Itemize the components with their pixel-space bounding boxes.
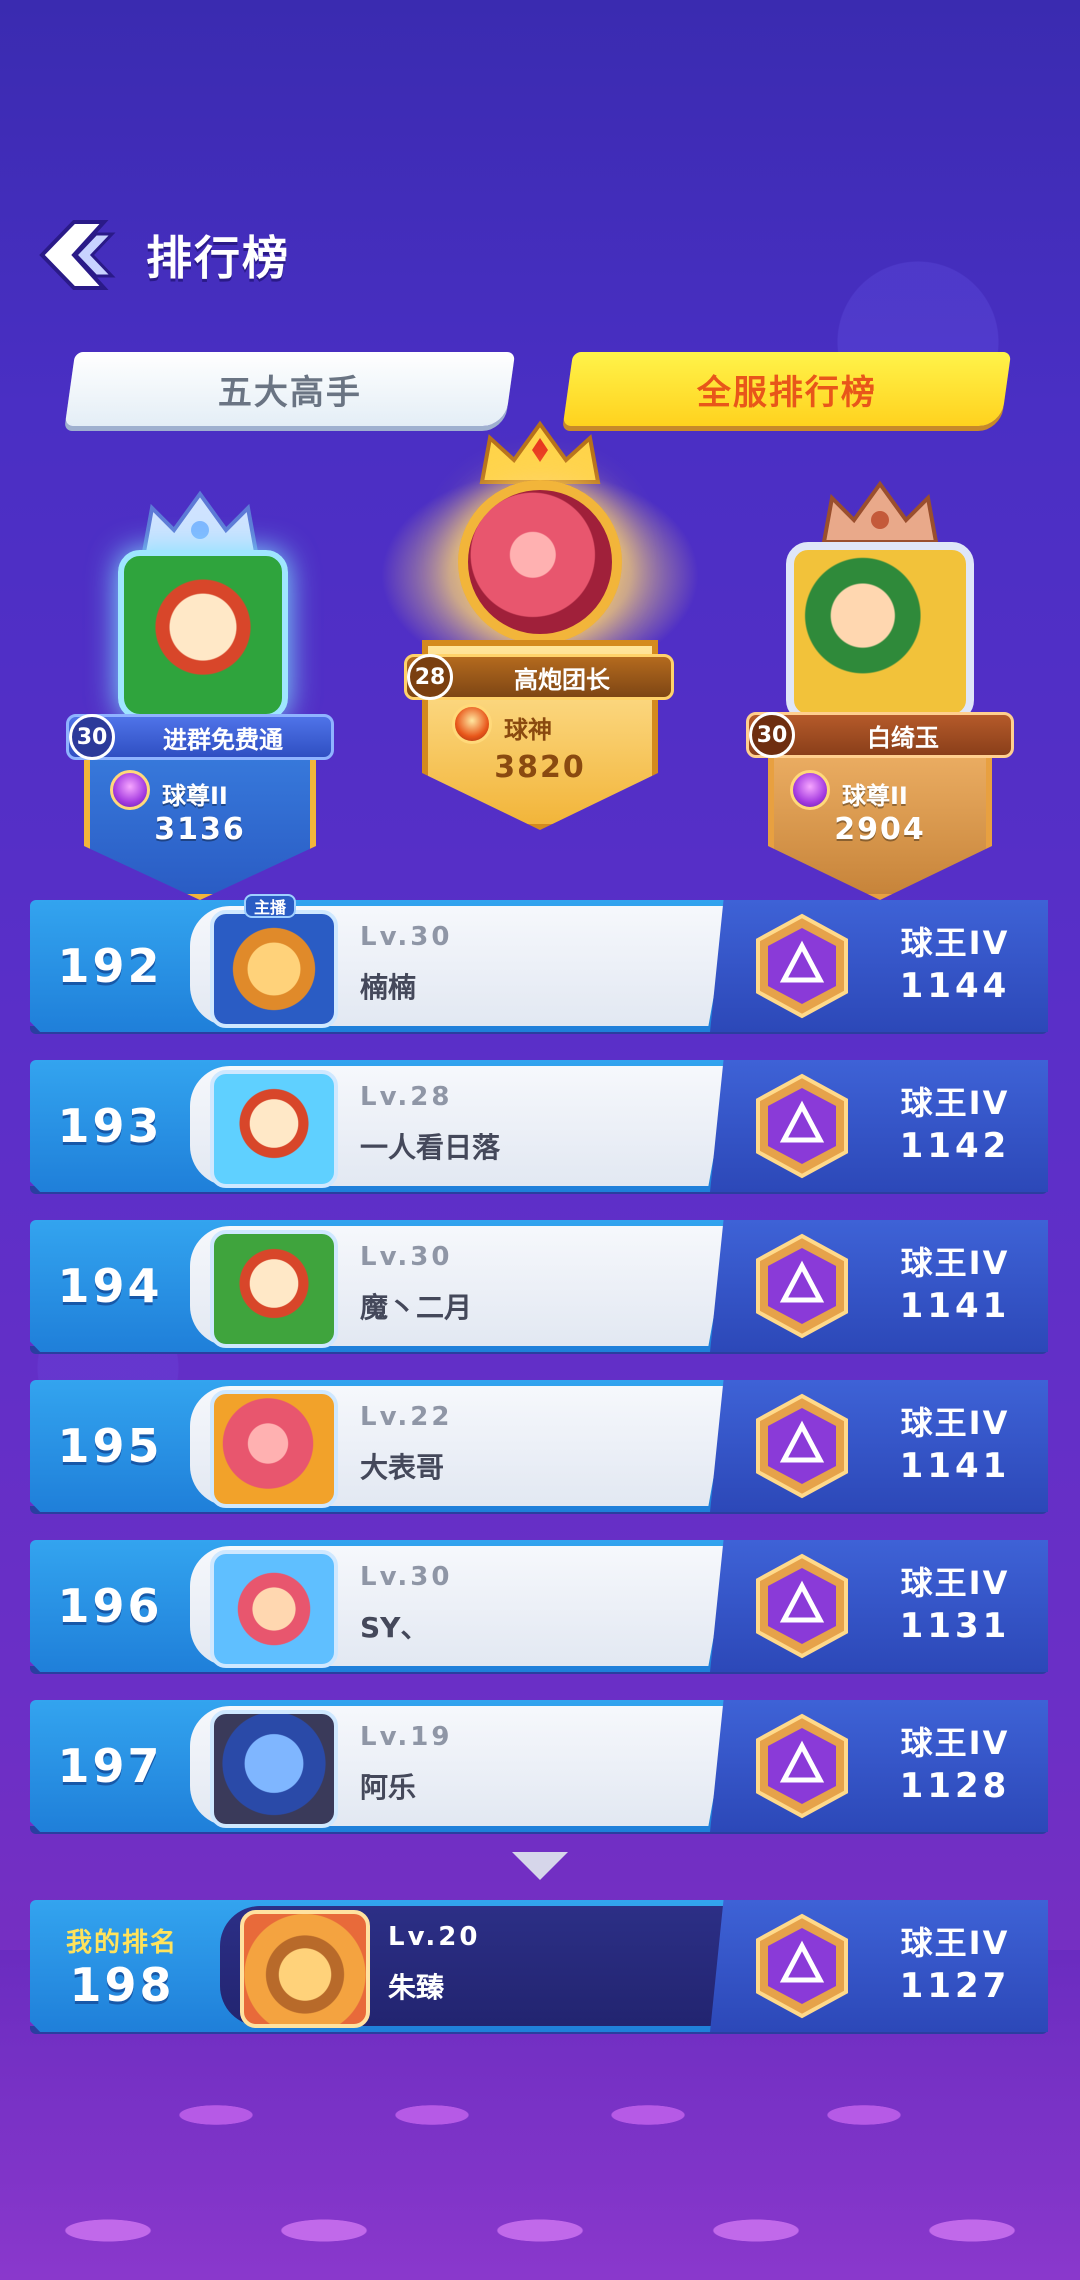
rank-tier-icon bbox=[790, 770, 830, 810]
ranking-row[interactable]: 196 Lv.30 SY、 球王IV 1131 bbox=[30, 1540, 1048, 1674]
player-score: 1128 bbox=[899, 1766, 1011, 1806]
rank-title-second: 球尊II bbox=[162, 782, 228, 810]
rank-title-third: 球尊II bbox=[842, 782, 908, 810]
podium-third[interactable]: 30 白绮玉 球尊II 2904 bbox=[740, 480, 1020, 900]
tab-server-ranking[interactable]: 全服排行榜 bbox=[562, 352, 1012, 426]
player-name: SY、 bbox=[360, 1611, 429, 1644]
rank-tier-icon bbox=[110, 770, 150, 810]
player-tier: 球王IV bbox=[900, 1724, 1010, 1762]
podium-second[interactable]: 30 进群免费通 球尊II 3136 bbox=[66, 480, 334, 900]
podium-first[interactable]: 28 高炮团长 球神 3820 bbox=[380, 420, 700, 830]
tier-badge-icon bbox=[756, 1233, 848, 1339]
ranking-row[interactable]: 193 Lv.28 一人看日落 球王IV 1142 bbox=[30, 1060, 1048, 1194]
ranking-row[interactable]: 197 Lv.19 阿乐 球王IV 1128 bbox=[30, 1700, 1048, 1834]
level-badge-first: 28 bbox=[407, 654, 453, 700]
tier-badge-icon bbox=[756, 1393, 848, 1499]
player-level: Lv.22 bbox=[360, 1402, 453, 1432]
my-level: Lv.20 bbox=[388, 1922, 481, 1952]
header: 排行榜 bbox=[34, 210, 290, 300]
back-button[interactable] bbox=[34, 210, 124, 300]
player-tier: 球王IV bbox=[900, 1244, 1010, 1282]
avatar-first bbox=[458, 480, 622, 644]
score-second: 3136 bbox=[154, 812, 246, 847]
level-badge-third: 30 bbox=[749, 712, 795, 758]
score-first: 3820 bbox=[494, 750, 586, 785]
tier-badge-icon bbox=[756, 1073, 848, 1179]
player-tier: 球王IV bbox=[900, 1404, 1010, 1442]
player-name: 一人看日落 bbox=[360, 1131, 501, 1164]
player-score: 1141 bbox=[899, 1446, 1011, 1486]
tab-top-five-label: 五大高手 bbox=[218, 372, 362, 413]
tab-server-ranking-label: 全服排行榜 bbox=[697, 372, 877, 413]
player-avatar bbox=[210, 1550, 338, 1668]
player-score: 1144 bbox=[899, 966, 1011, 1006]
rank-number: 192 bbox=[57, 939, 163, 993]
tier-badge-icon bbox=[756, 1553, 848, 1659]
page-title: 排行榜 bbox=[146, 231, 290, 285]
player-name-first: 高炮团长 bbox=[514, 665, 610, 694]
rank-number: 195 bbox=[57, 1419, 163, 1473]
my-avatar bbox=[240, 1910, 370, 2028]
ranking-row[interactable]: 194 Lv.30 魔丶二月 球王IV 1141 bbox=[30, 1220, 1048, 1354]
bronze-crown-icon bbox=[821, 480, 939, 544]
player-score: 1141 bbox=[899, 1286, 1011, 1326]
nameplate-first: 28 高炮团长 bbox=[404, 654, 674, 700]
player-avatar bbox=[210, 1710, 338, 1828]
player-name: 阿乐 bbox=[360, 1771, 417, 1804]
ranking-row[interactable]: 192 Lv.30 楠楠 球王IV 1144 主播 bbox=[30, 894, 1048, 1034]
rank-number: 193 bbox=[57, 1099, 163, 1153]
tier-badge-icon bbox=[756, 913, 848, 1019]
tab-top-five[interactable]: 五大高手 bbox=[64, 352, 516, 426]
back-arrow-icon bbox=[39, 220, 116, 290]
player-level: Lv.19 bbox=[360, 1722, 453, 1752]
my-tier: 球王IV bbox=[900, 1924, 1010, 1962]
nameplate-third: 30 白绮玉 bbox=[746, 712, 1014, 758]
my-ranking-row[interactable]: 我的排名 198 Lv.20 朱臻 球王IV 1127 bbox=[30, 1900, 1048, 2034]
player-score: 1131 bbox=[899, 1606, 1011, 1646]
player-name-third: 白绮玉 bbox=[867, 723, 939, 752]
player-avatar bbox=[210, 1390, 338, 1508]
avatar-third bbox=[786, 542, 974, 722]
rank-number: 194 bbox=[57, 1259, 163, 1313]
my-score: 1127 bbox=[899, 1966, 1011, 2006]
player-name: 楠楠 bbox=[360, 971, 417, 1004]
level-badge-second: 30 bbox=[69, 714, 115, 760]
nameplate-second: 30 进群免费通 bbox=[66, 714, 334, 760]
player-tier: 球王IV bbox=[900, 1084, 1010, 1122]
player-tier: 球王IV bbox=[900, 1564, 1010, 1602]
streamer-tag: 主播 bbox=[244, 894, 297, 918]
rank-number: 196 bbox=[57, 1579, 163, 1633]
player-level: Lv.30 bbox=[360, 922, 453, 952]
rank-tier-icon bbox=[452, 704, 492, 744]
tier-badge-icon bbox=[756, 1713, 848, 1819]
scroll-down-arrow-icon[interactable] bbox=[512, 1852, 568, 1880]
player-tier: 球王IV bbox=[900, 924, 1010, 962]
player-level: Lv.28 bbox=[360, 1082, 453, 1112]
ranking-row[interactable]: 195 Lv.22 大表哥 球王IV 1141 bbox=[30, 1380, 1048, 1514]
player-level: Lv.30 bbox=[360, 1242, 453, 1272]
my-rank-label: 我的排名 bbox=[65, 1928, 178, 1958]
player-avatar bbox=[210, 1070, 338, 1188]
avatar-second bbox=[118, 550, 288, 720]
player-name: 大表哥 bbox=[360, 1451, 445, 1484]
rank-number: 197 bbox=[57, 1739, 163, 1793]
tier-badge-icon bbox=[756, 1913, 848, 2019]
my-rank-number: 198 bbox=[69, 1958, 175, 2012]
my-name: 朱臻 bbox=[388, 1971, 445, 2004]
player-avatar bbox=[210, 910, 338, 1028]
player-score: 1142 bbox=[899, 1126, 1011, 1166]
player-name-second: 进群免费通 bbox=[163, 725, 283, 754]
player-level: Lv.30 bbox=[360, 1562, 453, 1592]
player-avatar bbox=[210, 1230, 338, 1348]
player-name: 魔丶二月 bbox=[360, 1291, 473, 1324]
score-third: 2904 bbox=[834, 812, 926, 847]
rank-title-first: 球神 bbox=[504, 716, 552, 744]
